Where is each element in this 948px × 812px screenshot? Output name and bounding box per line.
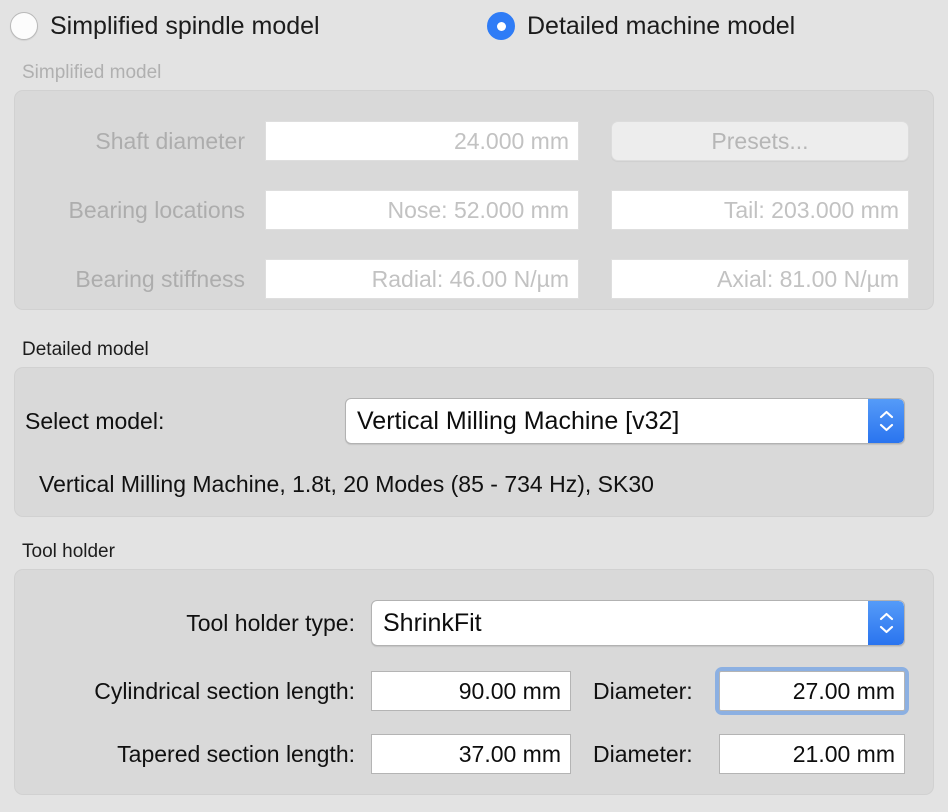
radio-on-icon[interactable] [487, 12, 515, 40]
tapered-section-length-label: Tapered section length: [117, 741, 355, 767]
bearing-location-tail-input[interactable]: Tail: 203.000 mm [611, 190, 909, 230]
simplified-model-group: Shaft diameter 24.000 mm Presets... Bear… [14, 90, 934, 310]
tool-holder-group: Tool holder type: ShrinkFit Cylindrical … [14, 569, 934, 795]
detailed-model-group: Select model: Vertical Milling Machine [… [14, 367, 934, 517]
chevron-down-icon [879, 423, 893, 432]
tool-holder-header: Tool holder [22, 541, 115, 562]
model-description: Vertical Milling Machine, 1.8t, 20 Modes… [39, 471, 654, 497]
tapered-section-length-input[interactable]: 37.00 mm [371, 734, 571, 774]
radio-off-icon[interactable] [10, 12, 38, 40]
radio-detailed-label: Detailed machine model [527, 12, 796, 40]
model-type-radio-group: Simplified spindle model Detailed machin… [0, 12, 948, 56]
bearing-location-nose-input[interactable]: Nose: 52.000 mm [265, 190, 579, 230]
cylindrical-section-length-input[interactable]: 90.00 mm [371, 671, 571, 711]
shaft-diameter-input[interactable]: 24.000 mm [265, 121, 579, 161]
cylindrical-section-row: Cylindrical section length: 90.00 mm Dia… [15, 667, 935, 715]
tool-holder-type-combobox[interactable]: ShrinkFit [371, 600, 905, 646]
bearing-locations-label: Bearing locations [68, 197, 245, 223]
cylindrical-section-length-label: Cylindrical section length: [94, 678, 355, 704]
bearing-stiffness-label: Bearing stiffness [75, 266, 245, 292]
select-model-row: Select model: Vertical Milling Machine [… [15, 398, 935, 444]
tool-holder-type-row: Tool holder type: ShrinkFit [15, 600, 935, 646]
chevron-up-icon [879, 410, 893, 419]
tapered-diameter-input[interactable]: 21.00 mm [719, 734, 905, 774]
presets-button[interactable]: Presets... [611, 121, 909, 161]
cylindrical-diameter-input[interactable]: 27.00 mm [719, 671, 905, 711]
simplified-model-header: Simplified model [22, 62, 162, 83]
bearing-stiffness-radial-input[interactable]: Radial: 46.00 N/µm [265, 259, 579, 299]
stepper-up-down-icon[interactable] [868, 399, 904, 443]
tool-holder-type-value: ShrinkFit [383, 609, 482, 637]
select-model-value: Vertical Milling Machine [v32] [357, 407, 680, 435]
chevron-down-icon [879, 625, 893, 634]
cylindrical-diameter-focus-ring: 27.00 mm [715, 667, 909, 715]
radio-simplified-spindle-model[interactable]: Simplified spindle model [10, 12, 320, 40]
tapered-section-row: Tapered section length: 37.00 mm Diamete… [15, 734, 935, 774]
bearing-stiffness-row: Bearing stiffness Radial: 46.00 N/µm Axi… [15, 259, 935, 299]
radio-detailed-machine-model[interactable]: Detailed machine model [487, 12, 795, 40]
radio-simplified-label: Simplified spindle model [50, 12, 320, 40]
shaft-diameter-row: Shaft diameter 24.000 mm Presets... [15, 121, 935, 161]
detailed-model-header: Detailed model [22, 339, 149, 360]
chevron-up-icon [879, 612, 893, 621]
tool-holder-type-label: Tool holder type: [186, 610, 355, 636]
select-model-combobox[interactable]: Vertical Milling Machine [v32] [345, 398, 905, 444]
bearing-stiffness-axial-input[interactable]: Axial: 81.00 N/µm [611, 259, 909, 299]
shaft-diameter-label: Shaft diameter [95, 128, 245, 154]
bearing-locations-row: Bearing locations Nose: 52.000 mm Tail: … [15, 190, 935, 230]
stepper-up-down-icon[interactable] [868, 601, 904, 645]
select-model-label: Select model: [25, 408, 165, 434]
